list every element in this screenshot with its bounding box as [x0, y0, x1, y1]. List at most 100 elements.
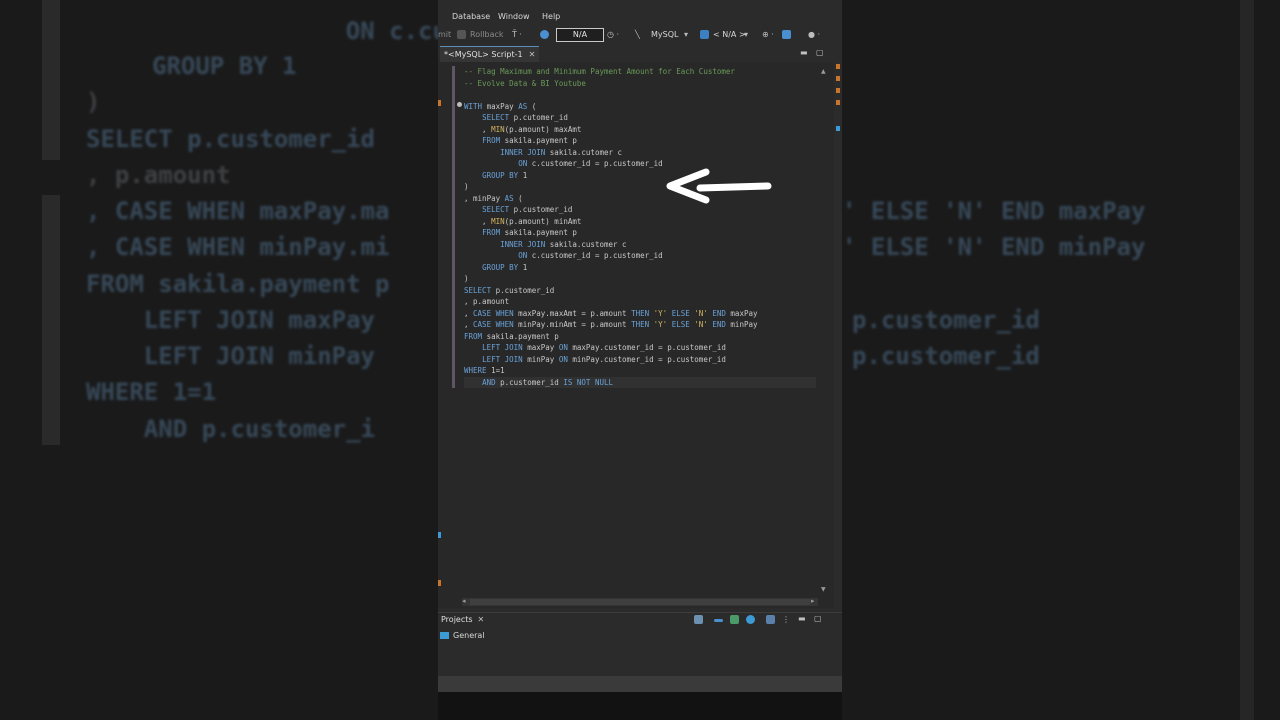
code-line[interactable]: , p.amount	[464, 296, 816, 308]
code-line[interactable]: WITH maxPay AS (	[464, 101, 816, 113]
vertical-scrollbar[interactable]: ▲ ▼	[820, 68, 828, 593]
code-line[interactable]: AND p.customer_id IS NOT NULL	[464, 376, 816, 388]
ghost-code-line: p.customer_id	[852, 306, 1040, 334]
code-token: (	[527, 101, 537, 111]
code-token: LEFT JOIN	[482, 343, 523, 352]
close-icon[interactable]: ✕	[529, 50, 536, 59]
code-line[interactable]: WHERE 1=1	[464, 365, 816, 377]
code-token: THEN	[631, 308, 650, 318]
chevron-down-icon[interactable]: ▾	[684, 30, 688, 39]
code-line[interactable]: ON c.customer_id = p.customer_id	[464, 250, 816, 262]
transaction-mode-icon[interactable]: T̄ ·	[512, 30, 522, 39]
status-bar	[438, 676, 842, 692]
minimize-icon[interactable]: ▬	[800, 48, 808, 57]
marker-icon[interactable]	[836, 88, 840, 93]
sql-code[interactable]: -- Flag Maximum and Minimum Payment Amou…	[464, 66, 816, 388]
lock-icon[interactable]	[540, 30, 549, 39]
history-icon[interactable]: ◷ ·	[607, 30, 619, 39]
code-line[interactable]: )	[464, 273, 816, 285]
maximize-icon[interactable]: ▢	[816, 48, 824, 57]
commit-button[interactable]: mit	[438, 30, 451, 39]
code-token: ON	[558, 354, 568, 364]
code-token: c.customer_id = p.customer_id	[527, 251, 663, 260]
project-tree-item[interactable]: General	[440, 631, 485, 640]
menu-help[interactable]: Help	[542, 12, 560, 21]
code-line[interactable]: LEFT JOIN maxPay ON maxPay.customer_id =…	[464, 342, 816, 354]
code-line[interactable]: SELECT p.cutomer_id	[464, 112, 816, 124]
code-token: minPay.minAmt = p.amount	[513, 320, 632, 329]
chevron-down-icon[interactable]: ▾	[744, 30, 748, 39]
db-type-selector[interactable]: MySQL	[651, 30, 678, 39]
editor-tab-bar: *<MySQL> Script-1 ✕ ▬ ▢	[438, 46, 842, 63]
scroll-right-icon[interactable]: ▸	[811, 597, 815, 605]
marker-icon[interactable]	[836, 100, 840, 105]
sql-editor-icon[interactable]	[782, 30, 791, 39]
marker-icon[interactable]	[836, 64, 840, 69]
left-marker-icon	[438, 580, 441, 586]
search-icon[interactable]: ● ·	[808, 30, 820, 39]
code-token: INNER JOIN	[500, 147, 546, 157]
ghost-code-line: ' ELSE 'N' END maxPay	[842, 197, 1146, 225]
projects-panel: Projects ✕ ⋮ ▬ ▢ General	[438, 612, 842, 677]
scroll-down-icon[interactable]: ▼	[821, 586, 826, 593]
code-line[interactable]: , CASE WHEN maxPay.maxAmt = p.amount THE…	[464, 308, 816, 320]
menu-bar: Database Window Help	[438, 10, 842, 24]
scroll-left-icon[interactable]: ◂	[462, 597, 466, 605]
code-token: ON	[518, 159, 528, 168]
link-icon[interactable]	[730, 615, 739, 624]
tab-projects[interactable]: Projects ✕	[441, 615, 484, 624]
configure-icon[interactable]	[694, 615, 703, 624]
code-line[interactable]: , CASE WHEN minPay.minAmt = p.amount THE…	[464, 319, 816, 331]
filter-icon[interactable]	[766, 615, 775, 624]
sql-icon[interactable]: ⊕ ·	[762, 30, 774, 39]
marker-icon[interactable]	[836, 76, 840, 81]
code-line[interactable]	[464, 89, 816, 101]
code-line[interactable]: SELECT p.customer_id	[464, 285, 816, 297]
code-line[interactable]: -- Evolve Data & BI Youtube	[464, 78, 816, 90]
scroll-thumb[interactable]	[470, 599, 810, 605]
code-line[interactable]: GROUP BY 1	[464, 262, 816, 274]
code-line[interactable]: FROM sakila.payment p	[464, 227, 816, 239]
code-line[interactable]: FROM sakila.payment p	[464, 135, 816, 147]
minimize-icon[interactable]: ▬	[798, 614, 806, 623]
ghost-code-line: p.customer_id	[852, 342, 1040, 370]
code-line[interactable]: FROM sakila.payment p	[464, 331, 816, 343]
code-line[interactable]: INNER JOIN sakila.customer c	[464, 239, 816, 251]
background-scrollbar	[1240, 0, 1254, 720]
code-token: sakila.payment p	[500, 228, 577, 237]
background-gutter	[42, 195, 60, 445]
rollback-button[interactable]: Rollback	[470, 30, 504, 39]
ghost-code-line: GROUP BY 1	[152, 52, 297, 80]
code-token: GROUP BY	[482, 170, 519, 180]
close-icon[interactable]: ✕	[478, 615, 485, 624]
tab-script-1[interactable]: *<MySQL> Script-1 ✕	[440, 46, 540, 62]
menu-window[interactable]: Window	[498, 12, 530, 21]
datasource-selector[interactable]: N/A	[556, 28, 604, 42]
collapse-icon[interactable]	[714, 619, 723, 622]
code-token: )	[464, 274, 469, 283]
sql-editor[interactable]: -- Flag Maximum and Minimum Payment Amou…	[438, 62, 834, 608]
code-line[interactable]: , MIN(p.amount) minAmt	[464, 216, 816, 228]
dbeaver-window: Database Window Help mit Rollback T̄ · N…	[438, 0, 842, 692]
code-token: AND	[482, 377, 496, 387]
code-token: minPay.customer_id = p.customer_id	[567, 354, 726, 364]
code-line[interactable]: , MIN(p.amount) maxAmt	[464, 124, 816, 136]
right-side-strip	[834, 46, 842, 676]
more-icon[interactable]: ⋮	[782, 615, 790, 624]
menu-database[interactable]: Database	[452, 12, 490, 21]
scroll-up-icon[interactable]: ▲	[821, 68, 826, 75]
code-line[interactable]: -- Flag Maximum and Minimum Payment Amou…	[464, 66, 816, 78]
code-line[interactable]: INNER JOIN sakila.cutomer c	[464, 147, 816, 159]
refresh-icon[interactable]	[746, 615, 755, 624]
schema-selector[interactable]: < N/A >	[713, 30, 746, 39]
code-token: END	[712, 320, 726, 329]
folder-icon	[440, 632, 449, 639]
fold-marker-icon[interactable]	[457, 102, 462, 107]
horizontal-scrollbar[interactable]: ◂ ▸	[462, 597, 818, 606]
marker-icon[interactable]	[836, 126, 840, 131]
code-line[interactable]: LEFT JOIN minPay ON minPay.customer_id =…	[464, 354, 816, 366]
maximize-icon[interactable]: ▢	[814, 614, 822, 623]
